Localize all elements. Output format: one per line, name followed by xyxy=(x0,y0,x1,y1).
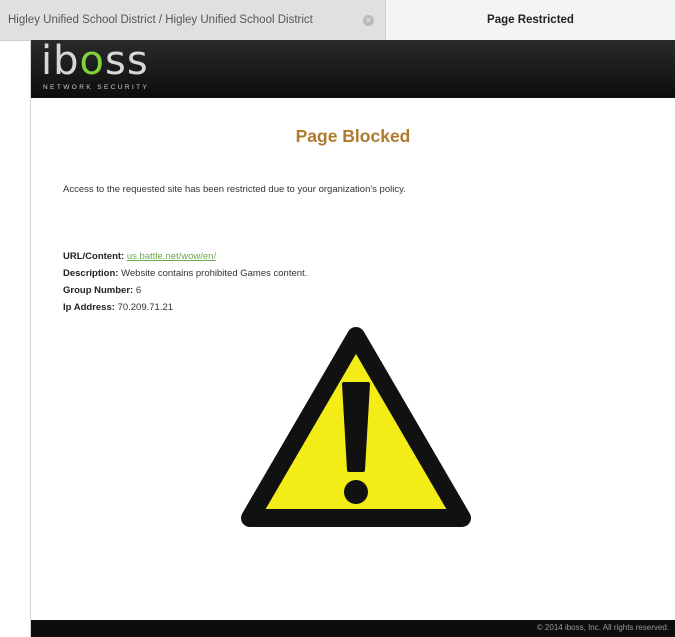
logo-wordmark: iboss xyxy=(41,38,149,84)
copyright-text: © 2014 iboss, Inc. All rights reserved. xyxy=(536,623,669,632)
url-link[interactable]: us.battle.net/wow/en/ xyxy=(127,251,216,262)
ip-row: Ip Address: 70.209.71.21 xyxy=(63,299,307,316)
description-label: Description: xyxy=(63,268,119,279)
logo-subtitle: NETWORK SECURITY xyxy=(43,84,150,91)
description-value: Website contains prohibited Games conten… xyxy=(121,268,308,279)
group-label: Group Number: xyxy=(63,285,134,296)
page-header: iboss NETWORK SECURITY xyxy=(31,38,675,98)
warning-triangle-icon xyxy=(236,322,476,532)
main-content: Page Blocked Access to the requested sit… xyxy=(31,98,675,620)
group-value: 6 xyxy=(135,285,142,296)
url-label: URL/Content: xyxy=(63,251,125,262)
close-icon[interactable]: ✕ xyxy=(363,15,374,26)
tab-higley-unified[interactable]: Higley Unified School District / Higley … xyxy=(0,0,386,40)
tab-label: Higley Unified School District / Higley … xyxy=(8,14,313,26)
group-row: Group Number: 6 xyxy=(63,282,307,299)
page-title: Page Blocked xyxy=(295,126,411,146)
ip-label: Ip Address: xyxy=(63,302,115,313)
tab-label: Page Restricted xyxy=(487,14,574,26)
url-row: URL/Content: us.battle.net/wow/en/ xyxy=(63,248,307,265)
page-footer: © 2014 iboss, Inc. All rights reserved. xyxy=(31,620,675,637)
block-message: Access to the requested site has been re… xyxy=(63,184,406,195)
block-details: URL/Content: us.battle.net/wow/en/ Descr… xyxy=(63,248,307,316)
tab-page-restricted[interactable]: Page Restricted xyxy=(386,0,675,40)
ip-value: 70.209.71.21 xyxy=(117,302,174,313)
description-row: Description: Website contains prohibited… xyxy=(63,265,307,282)
browser-tab-bar: Higley Unified School District / Higley … xyxy=(0,0,675,41)
